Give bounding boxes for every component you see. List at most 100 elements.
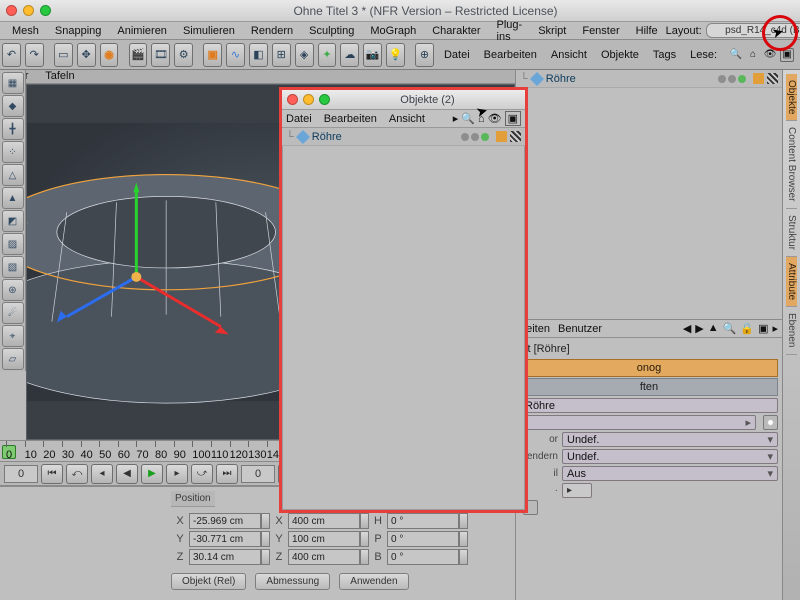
cube-tool[interactable]: ◉ — [100, 43, 119, 67]
size-z-input[interactable] — [288, 549, 360, 565]
sidetab-objekte[interactable]: Objekte — [786, 74, 797, 121]
pos-z-input[interactable] — [189, 549, 261, 565]
float-titlebar[interactable]: Objekte (2) — [282, 90, 525, 110]
obj-menu-objekte[interactable]: Objekte — [599, 49, 641, 61]
rot-p-input[interactable] — [387, 531, 459, 547]
layer-field[interactable]: ▸ — [520, 415, 756, 430]
float-object-name[interactable]: Röhre — [312, 131, 342, 143]
dimension-button[interactable]: Abmessung — [255, 573, 330, 590]
menu-arrow-icon[interactable]: ▸ — [772, 322, 778, 335]
tweak-button[interactable]: ☄ — [2, 302, 24, 324]
minimize-icon[interactable] — [23, 5, 34, 16]
camera-button[interactable]: 📷 — [363, 43, 382, 67]
workplane-button[interactable]: ▱ — [2, 348, 24, 370]
minimize-icon[interactable] — [303, 94, 314, 105]
menu-charakter[interactable]: Charakter — [424, 23, 488, 39]
tafeln-menu[interactable]: Tafeln — [45, 70, 74, 82]
snap-toggle-button[interactable]: ⌖ — [2, 325, 24, 347]
object-rel-button[interactable]: Objekt (Rel) — [171, 573, 246, 590]
texture-tag-icon[interactable] — [510, 131, 521, 142]
uv-points-button[interactable]: ▨ — [2, 233, 24, 255]
generator-button[interactable]: ◧ — [249, 43, 268, 67]
light-button[interactable]: 💡 — [386, 43, 405, 67]
obj-menu-lese[interactable]: Lese: — [688, 49, 719, 61]
layout-selector[interactable]: psd_R14_c4d (Benutzer) — [706, 23, 800, 38]
size-x-input[interactable] — [288, 513, 360, 529]
nav-back-icon[interactable]: ◀ — [683, 322, 691, 335]
menu-rendern[interactable]: Rendern — [243, 23, 301, 39]
prev-key-button[interactable]: ⤺ — [66, 464, 88, 484]
menu-animieren[interactable]: Animieren — [109, 23, 175, 39]
object-row[interactable]: └ Röhre — [516, 70, 782, 88]
rot-b-input[interactable] — [387, 549, 459, 565]
editor-vis-dot[interactable] — [718, 75, 726, 83]
sidetab-attribute[interactable]: Attribute — [786, 257, 797, 307]
name-field[interactable]: Röhre — [520, 398, 778, 413]
phong-tag-icon[interactable] — [496, 131, 507, 142]
menu-hilfe[interactable]: Hilfe — [628, 23, 666, 39]
obj-menu-bearbeiten[interactable]: Bearbeiten — [482, 49, 539, 61]
coord-sys-button[interactable]: ⊛ — [2, 279, 24, 301]
editor-vis-dot[interactable] — [461, 133, 469, 141]
search-icon[interactable]: 🔍 — [723, 322, 737, 335]
dock-icon[interactable]: ▣ — [505, 111, 521, 126]
next-key-button[interactable]: ⤻ — [191, 464, 213, 484]
attr-tab-basic[interactable]: onog — [520, 359, 778, 377]
home-icon[interactable]: ⌂ — [746, 48, 760, 62]
menu-skript[interactable]: Skript — [530, 23, 574, 39]
float-menu-bearbeiten[interactable]: Bearbeiten — [324, 113, 377, 125]
stepper-icon[interactable] — [459, 549, 468, 565]
render-vis-dot[interactable] — [471, 133, 479, 141]
mograph-button[interactable]: ✦ — [318, 43, 337, 67]
sidetab-ebenen[interactable]: Ebenen — [786, 307, 797, 354]
stepper-icon[interactable] — [360, 513, 369, 529]
nav-up-icon[interactable]: ▲ — [708, 322, 719, 335]
eye-icon[interactable]: 👁 — [763, 48, 777, 62]
close-icon[interactable] — [6, 5, 17, 16]
render-region-button[interactable]: 🎞 — [151, 43, 170, 67]
menu-mograph[interactable]: MoGraph — [362, 23, 424, 39]
goto-start-button[interactable]: ⏮ — [41, 464, 63, 484]
play-button[interactable]: ▶ — [141, 464, 163, 484]
zoom-icon[interactable] — [40, 5, 51, 16]
nav-fwd-icon[interactable]: ▶ — [695, 322, 703, 335]
goto-end-button[interactable]: ⏭ — [216, 464, 238, 484]
obj-menu-ansicht[interactable]: Ansicht — [549, 49, 589, 61]
menu-plugins[interactable]: Plug-ins — [489, 17, 531, 45]
new-tab-icon[interactable]: ▣ — [758, 322, 768, 335]
array-button[interactable]: ⊞ — [272, 43, 291, 67]
obj-menu-tags[interactable]: Tags — [651, 49, 678, 61]
stepper-icon[interactable] — [459, 513, 468, 529]
stepper-icon[interactable] — [360, 549, 369, 565]
render-vis-dropdown[interactable]: Undef.▾ — [562, 449, 778, 464]
axis-mode-button[interactable]: ╋ — [2, 118, 24, 140]
object-mode-button[interactable]: ◆ — [2, 95, 24, 117]
stepper-icon[interactable] — [261, 513, 270, 529]
menu-simulieren[interactable]: Simulieren — [175, 23, 243, 39]
undo-button[interactable]: ↶ — [2, 43, 21, 67]
phong-tag-icon[interactable] — [753, 73, 764, 84]
undock-icon[interactable]: ▣ — [780, 48, 794, 62]
enable-dot[interactable] — [481, 133, 489, 141]
stepper-icon[interactable] — [459, 531, 468, 547]
rot-h-input[interactable] — [387, 513, 459, 529]
primitive-cube-button[interactable]: ▣ — [203, 43, 222, 67]
attr-menu-benutzer[interactable]: Benutzer — [558, 323, 602, 335]
sidetab-struktur[interactable]: Struktur — [786, 209, 797, 257]
redo-button[interactable]: ↷ — [25, 43, 44, 67]
render-vis-dot[interactable] — [728, 75, 736, 83]
obj-menu-datei[interactable]: Datei — [442, 49, 472, 61]
menu-mesh[interactable]: Mesh — [4, 23, 47, 39]
zoom-icon[interactable] — [319, 94, 330, 105]
sidetab-content-browser[interactable]: Content Browser — [786, 121, 797, 208]
model-mode-button[interactable]: ▦ — [2, 72, 24, 94]
object-name[interactable]: Röhre — [546, 73, 576, 85]
float-object-row[interactable]: └ Röhre — [282, 128, 525, 146]
prev-frame-button[interactable]: ◂ — [91, 464, 113, 484]
close-icon[interactable] — [287, 94, 298, 105]
frame-start-input[interactable] — [4, 465, 38, 483]
menu-sculpting[interactable]: Sculpting — [301, 23, 362, 39]
eye-icon[interactable]: 👁 — [488, 112, 502, 125]
menu-snapping[interactable]: Snapping — [47, 23, 110, 39]
environment-button[interactable]: ☁ — [340, 43, 359, 67]
